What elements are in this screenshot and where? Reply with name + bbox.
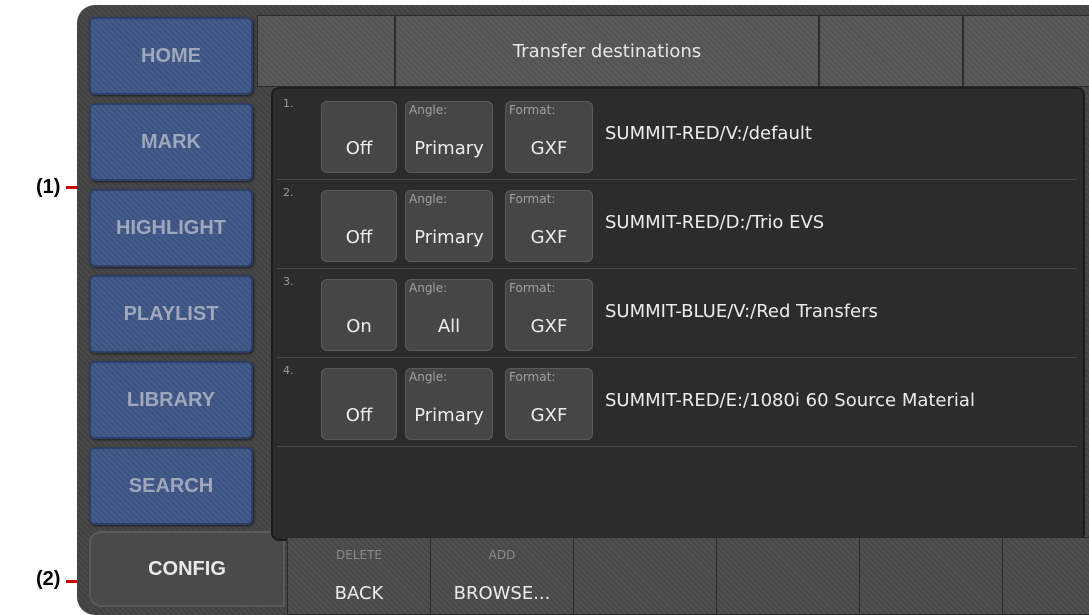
status-toggle-button[interactable]: Off <box>321 101 397 173</box>
angle-button[interactable]: Angle: Primary <box>405 101 493 173</box>
browse-label: BROWSE... <box>453 583 551 604</box>
row-number: 2. <box>283 186 294 199</box>
status-value: On <box>346 316 372 337</box>
nav-config-button[interactable]: CONFIG <box>89 531 285 607</box>
destination-path: SUMMIT-RED/D:/Trio EVS <box>605 212 825 233</box>
destination-row[interactable]: 1. Off Angle: Primary Format: GXF SUMMIT… <box>277 91 1077 180</box>
destinations-list: 1. Off Angle: Primary Format: GXF SUMMIT… <box>271 87 1085 541</box>
destination-row[interactable]: 3. On Angle: All Format: GXF SUMMIT-BLUE… <box>277 269 1077 358</box>
format-value: GXF <box>530 138 568 159</box>
format-caption: Format: <box>509 370 556 384</box>
status-toggle-button[interactable]: On <box>321 279 397 351</box>
angle-caption: Angle: <box>409 370 448 384</box>
nav-playlist-button[interactable]: PLAYLIST <box>89 275 253 353</box>
angle-value: All <box>437 316 461 337</box>
format-value: GXF <box>530 227 568 248</box>
bottom-cell-5[interactable] <box>859 537 1003 615</box>
format-value: GXF <box>530 405 568 426</box>
destination-path: SUMMIT-RED/E:/1080i 60 Source Material <box>605 390 975 411</box>
bottom-cell-6[interactable] <box>1002 537 1089 615</box>
format-value: GXF <box>530 316 568 337</box>
nav-library-button[interactable]: LIBRARY <box>89 361 253 439</box>
status-value: Off <box>345 405 373 426</box>
back-label: BACK <box>334 583 384 604</box>
nav-home-button[interactable]: HOME <box>89 17 253 95</box>
angle-value: Primary <box>414 405 484 426</box>
destination-path: SUMMIT-BLUE/V:/Red Transfers <box>605 301 878 322</box>
header-cell-1[interactable] <box>257 15 395 87</box>
angle-caption: Angle: <box>409 192 448 206</box>
status-value: Off <box>345 227 373 248</box>
format-button[interactable]: Format: GXF <box>505 279 593 351</box>
angle-caption: Angle: <box>409 281 448 295</box>
status-toggle-button[interactable]: Off <box>321 368 397 440</box>
header-cell-3[interactable] <box>819 15 963 87</box>
format-caption: Format: <box>509 281 556 295</box>
format-button[interactable]: Format: GXF <box>505 101 593 173</box>
row-number: 4. <box>283 364 294 377</box>
callout-1: (1) <box>36 176 61 198</box>
header-title: Transfer destinations <box>395 15 819 87</box>
browse-button[interactable]: ADD BROWSE... <box>430 537 574 615</box>
device-screen: HOME MARK HIGHLIGHT PLAYLIST LIBRARY SEA… <box>77 5 1089 615</box>
bottom-cell-3[interactable] <box>573 537 717 615</box>
angle-button[interactable]: Angle: All <box>405 279 493 351</box>
angle-button[interactable]: Angle: Primary <box>405 190 493 262</box>
destination-row[interactable]: 2. Off Angle: Primary Format: GXF SUMMIT… <box>277 180 1077 269</box>
angle-button[interactable]: Angle: Primary <box>405 368 493 440</box>
add-secondary-label: ADD <box>488 548 516 562</box>
format-caption: Format: <box>509 103 556 117</box>
format-caption: Format: <box>509 192 556 206</box>
status-toggle-button[interactable]: Off <box>321 190 397 262</box>
nav-mark-button[interactable]: MARK <box>89 103 253 181</box>
back-button[interactable]: DELETE BACK <box>287 537 431 615</box>
format-button[interactable]: Format: GXF <box>505 368 593 440</box>
nav-highlight-button[interactable]: HIGHLIGHT <box>89 189 253 267</box>
bottom-cell-4[interactable] <box>716 537 860 615</box>
format-button[interactable]: Format: GXF <box>505 190 593 262</box>
angle-caption: Angle: <box>409 103 448 117</box>
row-number: 1. <box>283 97 294 110</box>
nav-search-button[interactable]: SEARCH <box>89 447 253 525</box>
status-value: Off <box>345 138 373 159</box>
destination-path: SUMMIT-RED/V:/default <box>605 123 812 144</box>
callout-2: (2) <box>36 568 61 590</box>
header-cell-4[interactable] <box>963 15 1089 87</box>
delete-secondary-label: DELETE <box>335 548 382 562</box>
angle-value: Primary <box>414 138 484 159</box>
angle-value: Primary <box>414 227 484 248</box>
destination-row[interactable]: 4. Off Angle: Primary Format: GXF SUMMIT… <box>277 358 1077 447</box>
row-number: 3. <box>283 275 294 288</box>
